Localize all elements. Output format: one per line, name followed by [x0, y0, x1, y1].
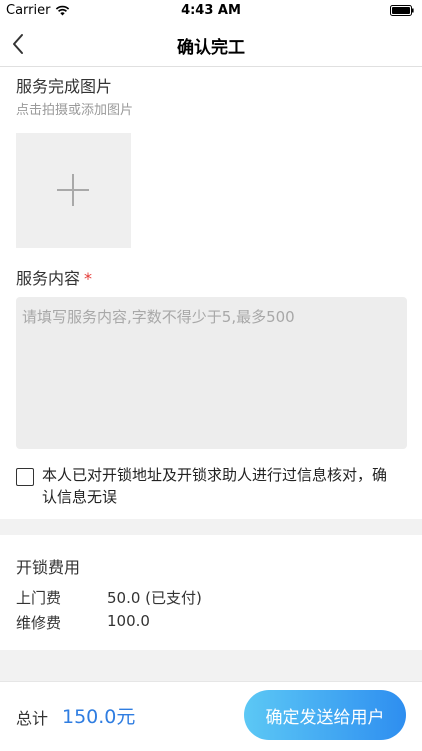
agreement-checkbox[interactable] — [16, 468, 34, 486]
agreement-text: 本人已对开锁地址及开锁求助人进行过信息核对，确认信息无误 — [42, 466, 388, 506]
plus-icon — [57, 174, 89, 206]
page-title: 确认完工 — [177, 38, 245, 58]
service-content-title: 服务内容 * — [16, 265, 92, 289]
fee-value: 100.0 — [107, 612, 150, 630]
required-mark: * — [84, 269, 93, 288]
send-to-user-button[interactable]: 确定发送给用户 — [244, 690, 406, 740]
service-content-input[interactable] — [16, 297, 407, 449]
section-divider — [0, 650, 422, 681]
fee-value: 50.0 (已支付) — [107, 589, 202, 607]
service-content-label: 服务内容 — [16, 269, 81, 288]
total-label: 总计 — [16, 709, 49, 728]
bottom-bar: 总计 150.0元 确定发送给用户 — [0, 681, 422, 751]
photos-section-title: 服务完成图片 — [16, 77, 113, 96]
status-bar: Carrier 4:43 AM — [0, 0, 422, 22]
photos-hint: 点击拍摄或添加图片 — [16, 103, 134, 118]
fee-label: 上门费 — [16, 589, 62, 607]
section-divider — [0, 519, 422, 535]
fees-title: 开锁费用 — [16, 558, 81, 577]
navigation-bar: 确认完工 — [0, 22, 422, 67]
add-photo-button[interactable] — [16, 133, 131, 248]
fee-label: 维修费 — [16, 614, 62, 632]
battery-icon — [390, 5, 414, 16]
status-time: 4:43 AM — [181, 3, 241, 18]
total-amount: 150.0元 — [62, 706, 136, 728]
